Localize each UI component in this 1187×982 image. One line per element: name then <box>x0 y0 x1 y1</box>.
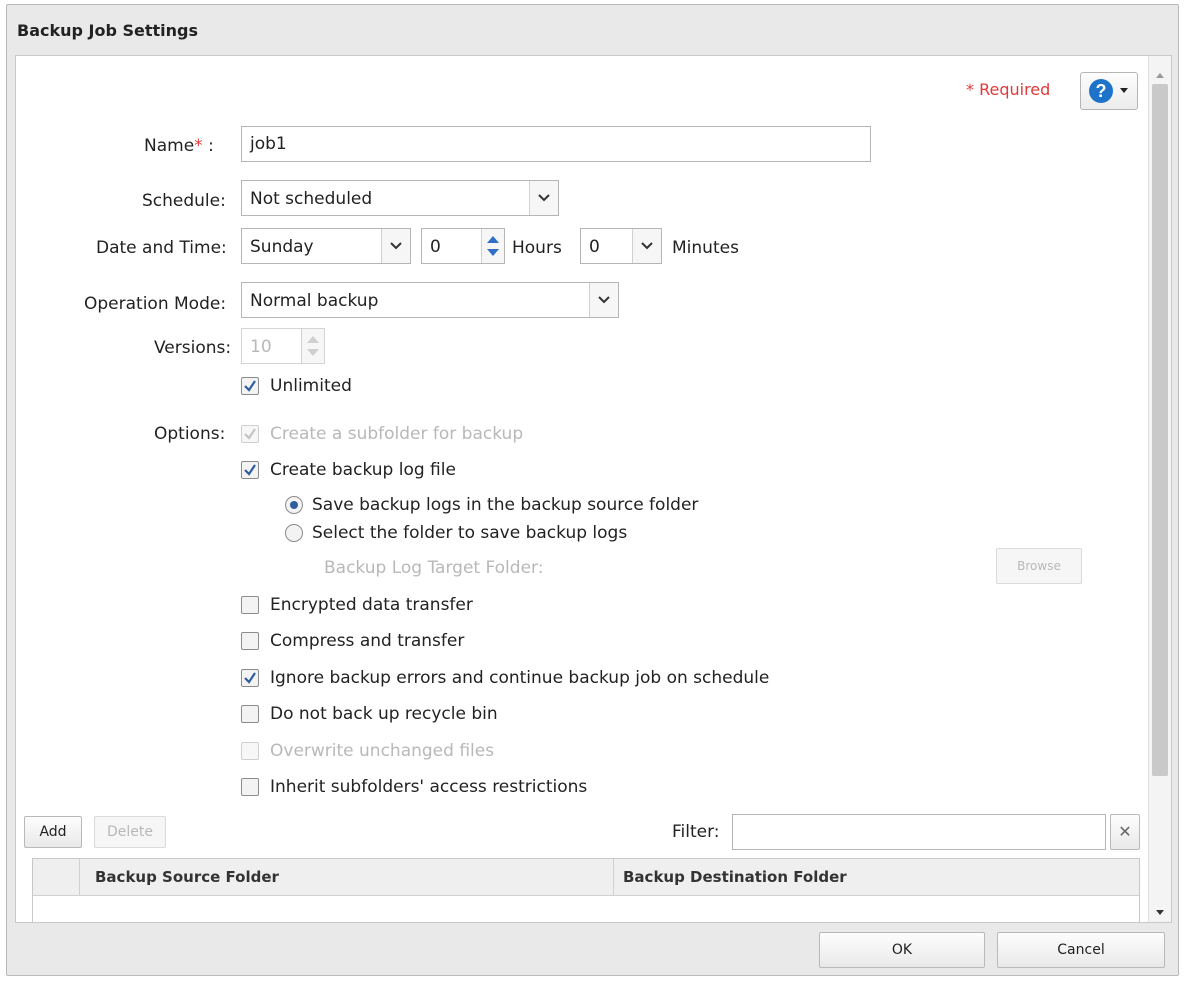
minutes-value: 0 <box>589 237 600 257</box>
minutes-label: Minutes <box>672 238 739 258</box>
scroll-up-icon[interactable] <box>1155 66 1165 84</box>
folders-table: Backup Source Folder Backup Destination … <box>32 858 1140 922</box>
chevron-down-icon <box>529 181 558 215</box>
vertical-scrollbar[interactable] <box>1148 56 1171 922</box>
minutes-select[interactable]: 0 <box>580 228 662 264</box>
overwrite-checkbox <box>241 742 259 760</box>
create-subfolder-checkbox <box>241 425 259 443</box>
ignore-errors-checkbox[interactable] <box>241 669 259 687</box>
filter-label: Filter: <box>672 822 720 842</box>
unlimited-checkbox[interactable] <box>241 377 259 395</box>
compress-checkbox[interactable] <box>241 632 259 650</box>
help-icon: ? <box>1089 79 1113 103</box>
hours-stepper[interactable]: 0 <box>421 228 505 264</box>
stepper-arrows-icon[interactable] <box>481 229 504 263</box>
delete-button[interactable]: Delete <box>94 816 166 848</box>
add-button[interactable]: Add <box>24 816 82 848</box>
overwrite-label: Overwrite unchanged files <box>270 741 495 761</box>
dialog-title: Backup Job Settings <box>17 21 199 40</box>
settings-panel: * Required ? Name* : job1 Schedule: Not … <box>15 55 1172 923</box>
close-icon: ✕ <box>1118 822 1132 841</box>
backup-job-settings-dialog: Backup Job Settings * Required ? Name* :… <box>6 4 1179 976</box>
name-input[interactable]: job1 <box>241 126 871 162</box>
create-log-label: Create backup log file <box>270 460 456 480</box>
no-recycle-checkbox[interactable] <box>241 705 259 723</box>
help-button[interactable]: ? <box>1080 72 1138 110</box>
column-header-destination[interactable]: Backup Destination Folder <box>623 868 847 886</box>
chevron-down-icon <box>589 283 618 317</box>
ignore-errors-label: Ignore backup errors and continue backup… <box>270 668 770 688</box>
unlimited-label: Unlimited <box>270 376 352 396</box>
create-subfolder-label: Create a subfolder for backup <box>270 424 524 444</box>
hours-value: 0 <box>430 237 441 257</box>
cancel-button[interactable]: Cancel <box>997 932 1165 968</box>
required-text: Required <box>979 80 1051 99</box>
operation-mode-value: Normal backup <box>250 291 379 311</box>
operation-mode-select[interactable]: Normal backup <box>241 282 619 318</box>
schedule-value: Not scheduled <box>250 189 373 209</box>
schedule-label: Schedule: <box>142 191 226 211</box>
compress-label: Compress and transfer <box>270 631 465 651</box>
required-note: * Required <box>966 80 1050 99</box>
chevron-down-icon <box>632 229 661 263</box>
day-value: Sunday <box>250 237 314 257</box>
log-source-radio[interactable] <box>285 496 303 514</box>
inherit-label: Inherit subfolders' access restrictions <box>270 777 588 797</box>
operation-mode-label: Operation Mode: <box>84 294 227 314</box>
no-recycle-label: Do not back up recycle bin <box>270 704 498 724</box>
name-label: Name* : <box>144 136 214 156</box>
day-select[interactable]: Sunday <box>241 228 411 264</box>
hours-label: Hours <box>512 238 562 258</box>
date-time-label: Date and Time: <box>96 238 227 258</box>
encrypted-checkbox[interactable] <box>241 596 259 614</box>
column-divider <box>79 859 80 895</box>
encrypted-label: Encrypted data transfer <box>270 595 473 615</box>
radio-dot <box>290 501 298 509</box>
clear-filter-button[interactable]: ✕ <box>1110 814 1140 850</box>
stepper-arrows-icon <box>301 329 324 363</box>
log-select-label: Select the folder to save backup logs <box>312 523 628 543</box>
versions-label: Versions: <box>154 338 232 358</box>
inherit-checkbox[interactable] <box>241 778 259 796</box>
required-star: * <box>966 80 974 99</box>
filter-input[interactable] <box>732 814 1106 850</box>
log-source-label: Save backup logs in the backup source fo… <box>312 495 699 515</box>
options-label: Options: <box>154 424 226 444</box>
versions-value: 10 <box>250 337 272 357</box>
ok-button[interactable]: OK <box>819 932 985 968</box>
versions-stepper: 10 <box>241 328 325 364</box>
column-divider <box>613 859 614 895</box>
browse-button[interactable]: Browse <box>996 548 1082 584</box>
name-input-value: job1 <box>250 134 287 154</box>
scroll-down-icon[interactable] <box>1155 904 1165 922</box>
chevron-down-icon <box>1119 83 1129 101</box>
table-header: Backup Source Folder Backup Destination … <box>33 859 1139 896</box>
scrollbar-thumb[interactable] <box>1152 84 1168 776</box>
column-header-source[interactable]: Backup Source Folder <box>95 868 279 886</box>
log-target-label: Backup Log Target Folder: <box>324 558 544 578</box>
schedule-select[interactable]: Not scheduled <box>241 180 559 216</box>
create-log-checkbox[interactable] <box>241 461 259 479</box>
chevron-down-icon <box>381 229 410 263</box>
log-select-radio[interactable] <box>285 524 303 542</box>
